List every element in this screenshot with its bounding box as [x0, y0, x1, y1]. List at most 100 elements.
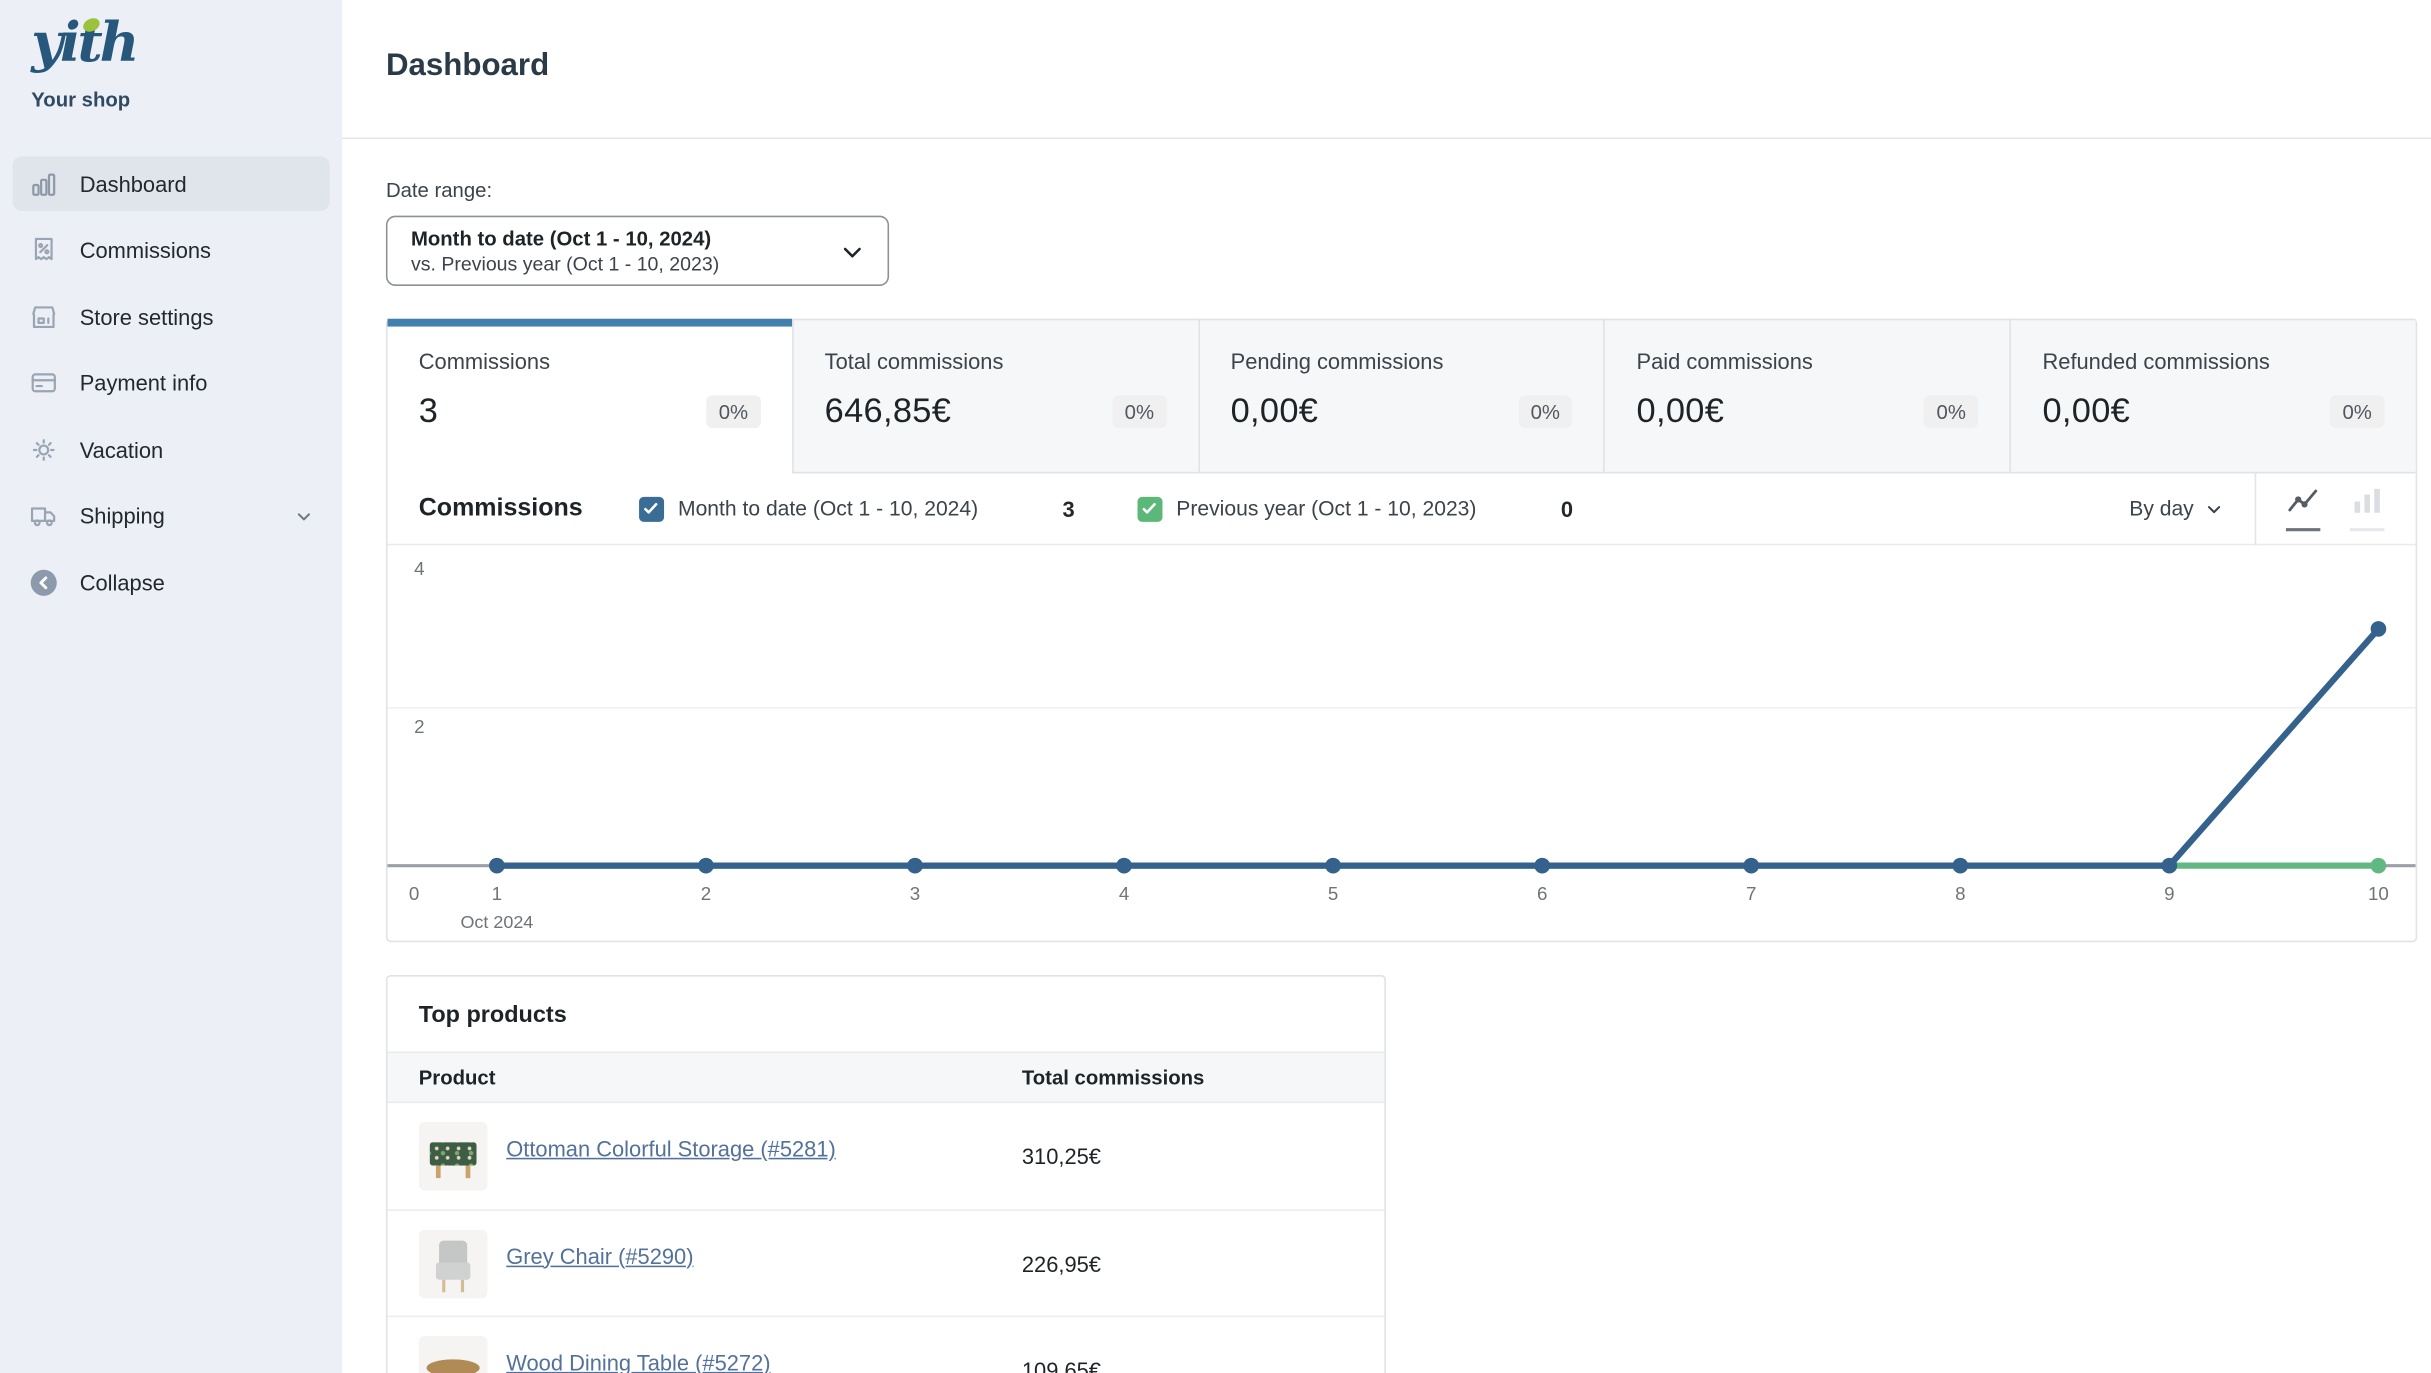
svg-text:10: 10 — [2368, 883, 2389, 904]
stat-value: 0,00€ — [2042, 391, 2130, 432]
line-chart-type-button[interactable] — [2286, 487, 2320, 531]
chevron-down-icon — [839, 239, 866, 273]
stat-label: Commissions — [419, 348, 761, 373]
table-row: Grey Chair (#5290) 226,95€ — [388, 1209, 1385, 1315]
svg-text:2: 2 — [701, 883, 711, 904]
legend-count: 3 — [1063, 496, 1075, 521]
product-link[interactable]: Wood Dining Table (#5272) — [506, 1349, 770, 1373]
stat-tab-pending-commissions[interactable]: Pending commissions 0,00€ 0% — [1198, 319, 1604, 474]
sidebar-item-commissions[interactable]: Commissions — [13, 223, 330, 278]
date-range-primary: Month to date (Oct 1 - 10, 2024) — [411, 227, 825, 252]
top-products-panel: Top products Product Total commissions O… — [386, 975, 1386, 1373]
stat-tab-refunded-commissions[interactable]: Refunded commissions 0,00€ 0% — [2010, 319, 2416, 474]
page-header: Dashboard — [342, 0, 2431, 139]
stat-tabs: Commissions 3 0% Total commissions 646,8… — [388, 320, 2416, 473]
legend-month-to-date[interactable]: Month to date (Oct 1 - 10, 2024) — [639, 496, 978, 521]
sun-icon — [28, 434, 59, 465]
interval-label: By day — [2129, 497, 2194, 520]
bar-chart-icon — [28, 168, 59, 199]
data-point — [1743, 858, 1759, 874]
sidebar-item-payment-info[interactable]: Payment info — [13, 355, 330, 410]
stat-delta-badge: 0% — [1518, 395, 1572, 428]
product-total-commissions: 109,65€ — [1022, 1357, 1353, 1373]
chart-header: Commissions Month to date (Oct 1 - 10, 2… — [388, 473, 2416, 545]
commissions-panel: Commissions 3 0% Total commissions 646,8… — [386, 319, 2417, 942]
stat-delta-badge: 0% — [1112, 395, 1166, 428]
checkbox-checked-icon[interactable] — [639, 496, 664, 521]
stat-label: Pending commissions — [1231, 348, 1573, 373]
chart-plot-area: 24012345678910Oct 2024 — [388, 545, 2416, 940]
sidebar-item-label: Store settings — [80, 304, 214, 329]
legend-label: Month to date (Oct 1 - 10, 2024) — [678, 497, 978, 520]
date-range-select[interactable]: Month to date (Oct 1 - 10, 2024) vs. Pre… — [386, 216, 889, 286]
page-title: Dashboard — [386, 48, 2431, 84]
sidebar-item-label: Commissions — [80, 238, 211, 263]
column-header-total-commissions: Total commissions — [1022, 1066, 1353, 1089]
sidebar-item-shipping[interactable]: Shipping — [13, 488, 330, 543]
svg-text:4: 4 — [1119, 883, 1129, 904]
date-range-label: Date range: — [386, 178, 2417, 201]
data-point — [2162, 858, 2178, 874]
legend-previous-year[interactable]: Previous year (Oct 1 - 10, 2023) — [1137, 496, 1476, 521]
stat-value: 0,00€ — [1231, 391, 1319, 432]
stat-tab-commissions[interactable]: Commissions 3 0% — [388, 319, 792, 474]
product-thumbnail-ottoman — [419, 1122, 488, 1191]
svg-text:7: 7 — [1746, 883, 1756, 904]
data-point — [2371, 858, 2387, 874]
svg-text:0: 0 — [409, 883, 419, 904]
svg-text:8: 8 — [1955, 883, 1965, 904]
storefront-icon — [28, 301, 59, 332]
legend-label: Previous year (Oct 1 - 10, 2023) — [1176, 497, 1476, 520]
product-link[interactable]: Grey Chair (#5290) — [506, 1243, 693, 1268]
main-area: Dashboard Date range: Month to date (Oct… — [342, 0, 2431, 1373]
date-range-secondary: vs. Previous year (Oct 1 - 10, 2023) — [411, 252, 825, 277]
stat-tab-paid-commissions[interactable]: Paid commissions 0,00€ 0% — [1604, 319, 2010, 474]
svg-text:4: 4 — [414, 558, 424, 579]
sidebar-item-label: Payment info — [80, 370, 208, 395]
stat-label: Paid commissions — [1637, 348, 1979, 373]
sidebar-item-dashboard[interactable]: Dashboard — [13, 156, 330, 211]
commissions-line-chart: 24012345678910Oct 2024 — [388, 545, 2416, 940]
sidebar-collapse-button[interactable]: Collapse — [13, 555, 330, 610]
stat-delta-badge: 0% — [706, 395, 760, 428]
legend-count: 0 — [1561, 496, 1573, 521]
brand: yith Your shop — [0, 9, 342, 111]
svg-text:Oct 2024: Oct 2024 — [460, 912, 533, 932]
data-point — [1534, 858, 1550, 874]
sidebar-item-label: Shipping — [80, 503, 165, 528]
svg-text:9: 9 — [2164, 883, 2174, 904]
product-total-commissions: 226,95€ — [1022, 1251, 1353, 1276]
chart-title: Commissions — [419, 495, 583, 523]
checkbox-checked-icon[interactable] — [1137, 496, 1162, 521]
sidebar-item-vacation[interactable]: Vacation — [13, 422, 330, 477]
truck-icon — [28, 500, 59, 531]
bar-chart-type-button[interactable] — [2350, 487, 2384, 531]
credit-card-icon — [28, 367, 59, 398]
chevron-down-icon — [294, 505, 314, 525]
data-point — [1325, 858, 1341, 874]
svg-text:3: 3 — [910, 883, 920, 904]
top-products-title: Top products — [388, 977, 1385, 1052]
stat-value: 0,00€ — [1637, 391, 1725, 432]
svg-text:5: 5 — [1328, 883, 1338, 904]
data-point — [2371, 621, 2387, 637]
product-total-commissions: 310,25€ — [1022, 1144, 1353, 1169]
shop-name: Your shop — [31, 88, 311, 111]
product-link[interactable]: Ottoman Colorful Storage (#5281) — [506, 1136, 836, 1161]
sidebar-item-store-settings[interactable]: Store settings — [13, 289, 330, 344]
sidebar-item-label: Vacation — [80, 437, 164, 462]
yith-logo: yith — [31, 9, 136, 78]
data-point — [907, 858, 923, 874]
stat-delta-badge: 0% — [2330, 395, 2384, 428]
sidebar-item-label: Dashboard — [80, 171, 187, 196]
stat-tab-total-commissions[interactable]: Total commissions 646,85€ 0% — [792, 319, 1198, 474]
page-content: Date range: Month to date (Oct 1 - 10, 2… — [342, 139, 2431, 1373]
products-table-header: Product Total commissions — [388, 1052, 1385, 1104]
sidebar: yith Your shop Dashboard — [0, 0, 342, 1373]
stat-value: 3 — [419, 391, 438, 432]
collapse-arrow-icon — [28, 566, 59, 597]
interval-select[interactable]: By day — [2129, 497, 2223, 520]
data-point — [1953, 858, 1969, 874]
affiliate-dashboard-app: yith Your shop Dashboard — [0, 0, 2431, 1373]
collapse-label: Collapse — [80, 570, 165, 595]
